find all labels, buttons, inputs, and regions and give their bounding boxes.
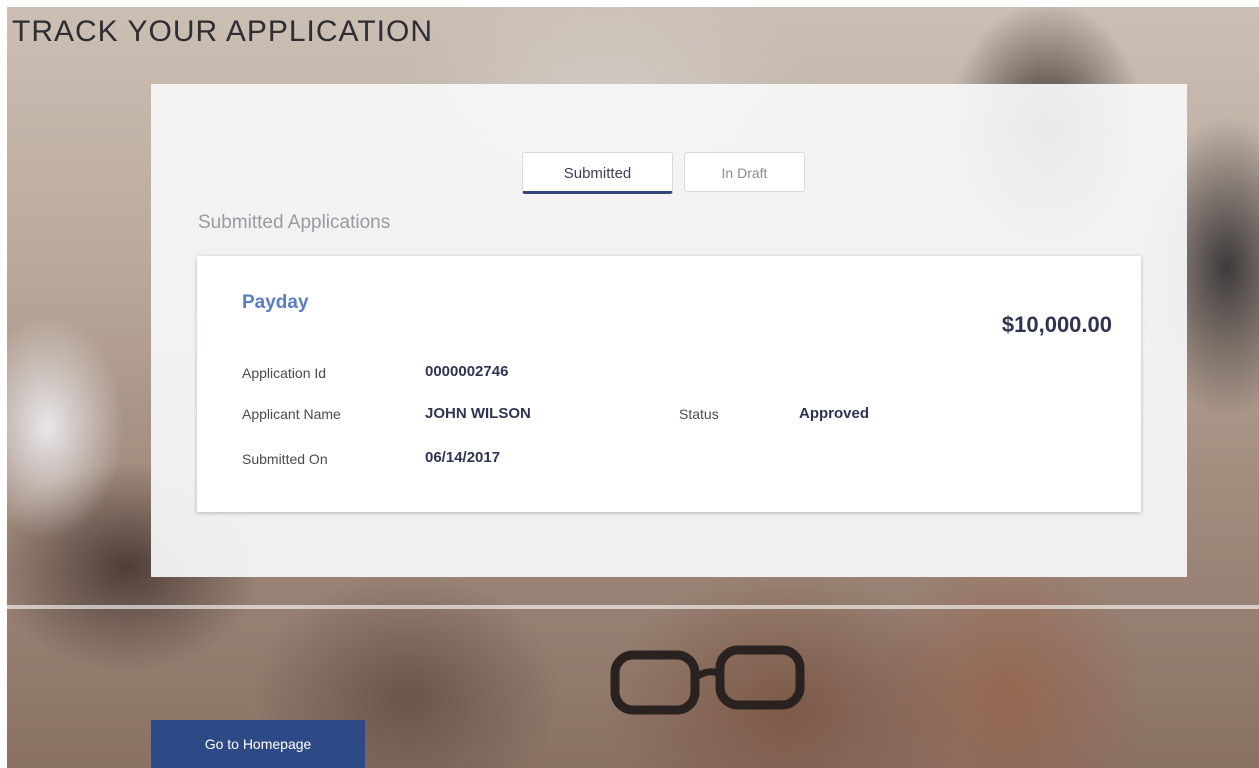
tab-in-draft[interactable]: In Draft — [684, 152, 805, 192]
section-title: Submitted Applications — [198, 212, 391, 233]
application-id-value: 0000002746 — [425, 363, 509, 380]
page-title: TRACK YOUR APPLICATION — [12, 15, 433, 48]
product-name-link[interactable]: Payday — [242, 292, 309, 314]
background-divider — [7, 605, 1259, 609]
applicant-name-value: JOHN WILSON — [425, 405, 531, 422]
glasses-illustration — [610, 645, 805, 715]
application-card[interactable]: Payday $10,000.00 Application Id 0000002… — [197, 256, 1141, 512]
applicant-name-label: Applicant Name — [242, 406, 341, 422]
status-label: Status — [679, 406, 719, 422]
application-id-label: Application Id — [242, 365, 327, 381]
application-amount: $10,000.00 — [1001, 312, 1112, 337]
applications-panel: Submitted In Draft Submitted Application… — [151, 84, 1187, 577]
tab-submitted[interactable]: Submitted — [522, 152, 673, 194]
submitted-on-label: Submitted On — [242, 451, 328, 467]
submitted-on-value: 06/14/2017 — [425, 449, 501, 466]
go-to-homepage-button[interactable]: Go to Homepage — [151, 720, 365, 768]
status-value: Approved — [799, 405, 870, 422]
